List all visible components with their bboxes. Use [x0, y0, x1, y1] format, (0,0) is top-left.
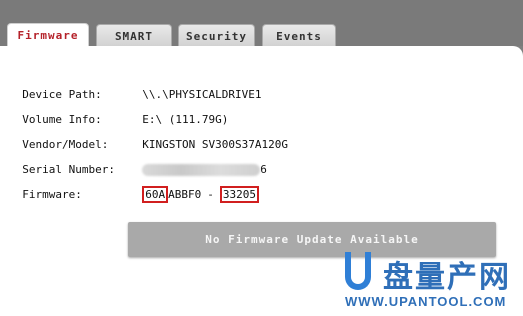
firmware-highlight-box-2: 33205 — [219, 186, 259, 203]
watermark-url: WWW.UPANTOOL.COM — [345, 294, 507, 309]
firmware-highlight-box-1: 60A — [142, 186, 169, 203]
firmware-part-3: 33205 — [222, 188, 256, 201]
serial-number-row: Serial Number: 6 — [9, 150, 267, 176]
tab-firmware[interactable]: Firmware — [7, 23, 89, 46]
device-path-row: Device Path: \\.\PHYSICALDRIVE1 — [9, 75, 261, 101]
firmware-row: Firmware: 60A ABBF0-33205 — [9, 175, 259, 203]
tab-smart[interactable]: SMART — [96, 24, 172, 46]
firmware-part-1: 60A — [145, 188, 166, 201]
serial-number-suffix: 6 — [260, 163, 267, 176]
vendor-model-row: Vendor/Model: KINGSTON SV300S37A120G — [9, 125, 288, 151]
watermark-brand-text: 盘量产网 — [383, 260, 511, 295]
upantool-watermark: 盘量产网 WWW.UPANTOOL.COM — [345, 252, 515, 310]
tab-events[interactable]: Events — [262, 24, 336, 46]
firmware-part-2: ABBF0 — [168, 188, 202, 201]
tab-security[interactable]: Security — [178, 24, 255, 46]
firmware-separator: - — [207, 188, 214, 201]
firmware-label: Firmware: — [22, 188, 82, 201]
tab-bar: Firmware SMART Security Events — [0, 0, 523, 46]
u-logo-icon — [345, 252, 371, 290]
volume-info-row: Volume Info: E:\ (111.79G) — [9, 100, 228, 126]
